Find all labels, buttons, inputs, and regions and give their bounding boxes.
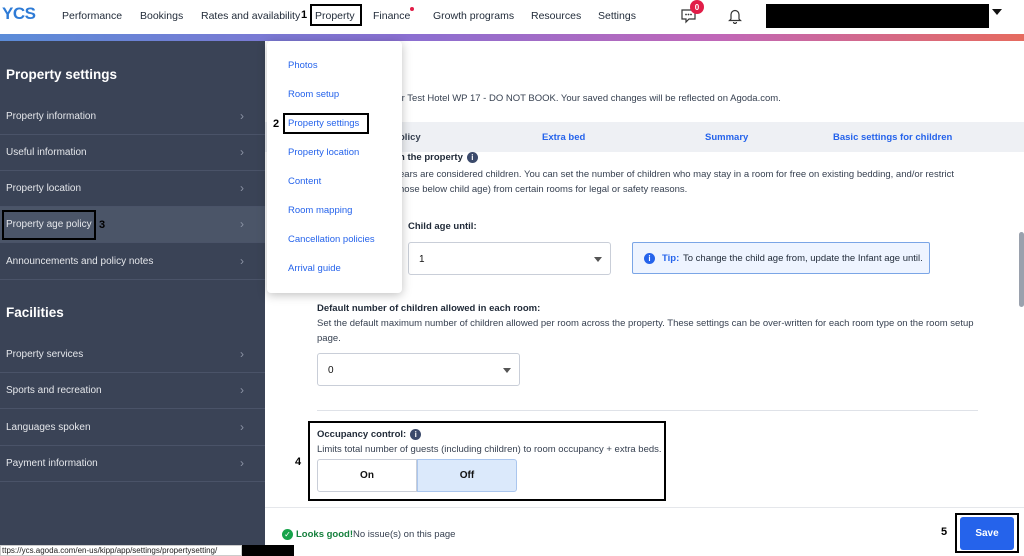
sidebar-item-property-services[interactable]: Property services ›: [0, 337, 265, 373]
tip-box: i Tip: To change the child age from, upd…: [632, 242, 930, 274]
status-text: No issue(s) on this page: [353, 529, 456, 540]
section-description-line2: hose below child age) from certain rooms…: [399, 184, 688, 195]
menu-item-room-mapping[interactable]: Room mapping: [288, 205, 352, 216]
menu-item-cancellation-policies[interactable]: Cancellation policies: [288, 234, 375, 245]
menu-item-photos[interactable]: Photos: [288, 60, 318, 71]
chevron-down-icon: [594, 257, 602, 262]
sidebar-heading-facilities: Facilities: [6, 305, 64, 320]
nav-rates-availability[interactable]: Rates and availability: [201, 10, 300, 22]
status-good-label: Looks good!: [296, 529, 353, 540]
section-description-line1: ears are considered children. You can se…: [399, 169, 954, 180]
sidebar-item-label: Sports and recreation: [6, 385, 102, 396]
tab-summary[interactable]: Summary: [705, 132, 748, 143]
menu-item-content[interactable]: Content: [288, 176, 321, 187]
tab-extra-bed[interactable]: Extra bed: [542, 132, 585, 143]
tip-text: To change the child age from, update the…: [683, 253, 923, 264]
check-circle-icon: ✓: [282, 529, 293, 540]
sidebar-item-sports-recreation[interactable]: Sports and recreation ›: [0, 373, 265, 409]
account-redacted[interactable]: [766, 4, 989, 28]
tab-age-policy[interactable]: olicy: [399, 132, 421, 143]
tab-basic-settings-children[interactable]: Basic settings for children: [833, 132, 952, 143]
sidebar-item-property-location[interactable]: Property location ›: [0, 171, 265, 207]
ycs-logo[interactable]: YCS: [2, 4, 36, 24]
sidebar-item-label: Announcements and policy notes: [6, 256, 154, 267]
sidebar-item-languages-spoken[interactable]: Languages spoken ›: [0, 410, 265, 446]
nav-performance[interactable]: Performance: [62, 10, 122, 22]
child-age-label: Child age until:: [408, 221, 477, 232]
property-dropdown-menu: [267, 41, 402, 293]
tip-label: Tip:: [662, 253, 680, 264]
nav-growth-programs[interactable]: Growth programs: [433, 10, 514, 22]
top-nav: YCS Performance Bookings Rates and avail…: [0, 0, 1024, 34]
default-children-description-line1: Set the default maximum number of childr…: [317, 318, 974, 329]
sidebar-item-label: Useful information: [6, 147, 87, 158]
highlight-box-age-policy: [2, 210, 96, 240]
annotation-number: 5: [941, 526, 948, 538]
annotation-number: 1: [301, 9, 308, 21]
sidebar: Property settings Property information ›…: [0, 41, 265, 556]
sidebar-item-label: Property location: [6, 183, 82, 194]
chevron-right-icon: ›: [240, 254, 244, 268]
default-children-value: 0: [328, 365, 334, 376]
highlight-box-property-settings: [283, 113, 369, 134]
sidebar-item-label: Payment information: [6, 458, 98, 469]
nav-finance[interactable]: Finance: [373, 10, 410, 22]
notification-count-badge: 0: [690, 0, 704, 14]
chevron-right-icon: ›: [240, 456, 244, 470]
info-icon: i: [644, 253, 655, 264]
finance-alert-dot: [410, 7, 414, 11]
sidebar-item-useful-information[interactable]: Useful information ›: [0, 135, 265, 171]
sidebar-heading-property-settings: Property settings: [6, 67, 118, 82]
default-children-title: Default number of children allowed in ea…: [317, 303, 541, 314]
menu-item-arrival-guide[interactable]: Arrival guide: [288, 263, 341, 274]
sidebar-item-property-information[interactable]: Property information ›: [0, 99, 265, 135]
child-age-select[interactable]: 1: [408, 242, 611, 275]
highlight-box-property-nav: [310, 4, 362, 26]
menu-item-property-location[interactable]: Property location: [288, 147, 359, 158]
sidebar-item-label: Languages spoken: [6, 422, 91, 433]
annotation-number: 3: [99, 219, 106, 231]
chevron-right-icon: ›: [240, 181, 244, 195]
nav-settings[interactable]: Settings: [598, 10, 636, 22]
bell-icon[interactable]: [724, 5, 746, 27]
chevron-right-icon: ›: [240, 217, 244, 231]
highlight-box-save: [955, 513, 1019, 553]
brand-gradient-bar: [0, 34, 1024, 41]
chevron-right-icon: ›: [240, 383, 244, 397]
chevron-right-icon: ›: [240, 109, 244, 123]
sidebar-item-label: Property services: [6, 349, 84, 360]
info-icon[interactable]: i: [466, 152, 478, 163]
child-age-value: 1: [419, 254, 425, 265]
nav-bookings[interactable]: Bookings: [140, 10, 183, 22]
section-title: n the property i: [399, 152, 478, 163]
default-children-description-line2: page.: [317, 333, 341, 344]
nav-resources[interactable]: Resources: [531, 10, 581, 22]
annotation-number: 2: [273, 118, 280, 130]
default-children-select[interactable]: 0: [317, 353, 520, 386]
divider: [317, 410, 978, 411]
account-caret-icon[interactable]: [992, 9, 1002, 15]
status-url: ttps://ycs.agoda.com/en-us/kipp/app/sett…: [0, 545, 242, 556]
sidebar-item-label: Property information: [6, 111, 97, 122]
menu-item-room-setup[interactable]: Room setup: [288, 89, 339, 100]
url-redacted: [242, 545, 294, 556]
highlight-box-occupancy-control: [308, 421, 666, 501]
chevron-right-icon: ›: [240, 420, 244, 434]
scrollbar-thumb[interactable]: [1019, 232, 1024, 307]
chevron-right-icon: ›: [240, 347, 244, 361]
intro-text: licies for Test Hotel WP 17 - DO NOT BOO…: [370, 93, 781, 104]
sidebar-item-announcements[interactable]: Announcements and policy notes ›: [0, 244, 265, 280]
annotation-number: 4: [295, 456, 302, 468]
chevron-down-icon: [503, 368, 511, 373]
sidebar-item-payment-information[interactable]: Payment information ›: [0, 446, 265, 482]
chevron-right-icon: ›: [240, 145, 244, 159]
